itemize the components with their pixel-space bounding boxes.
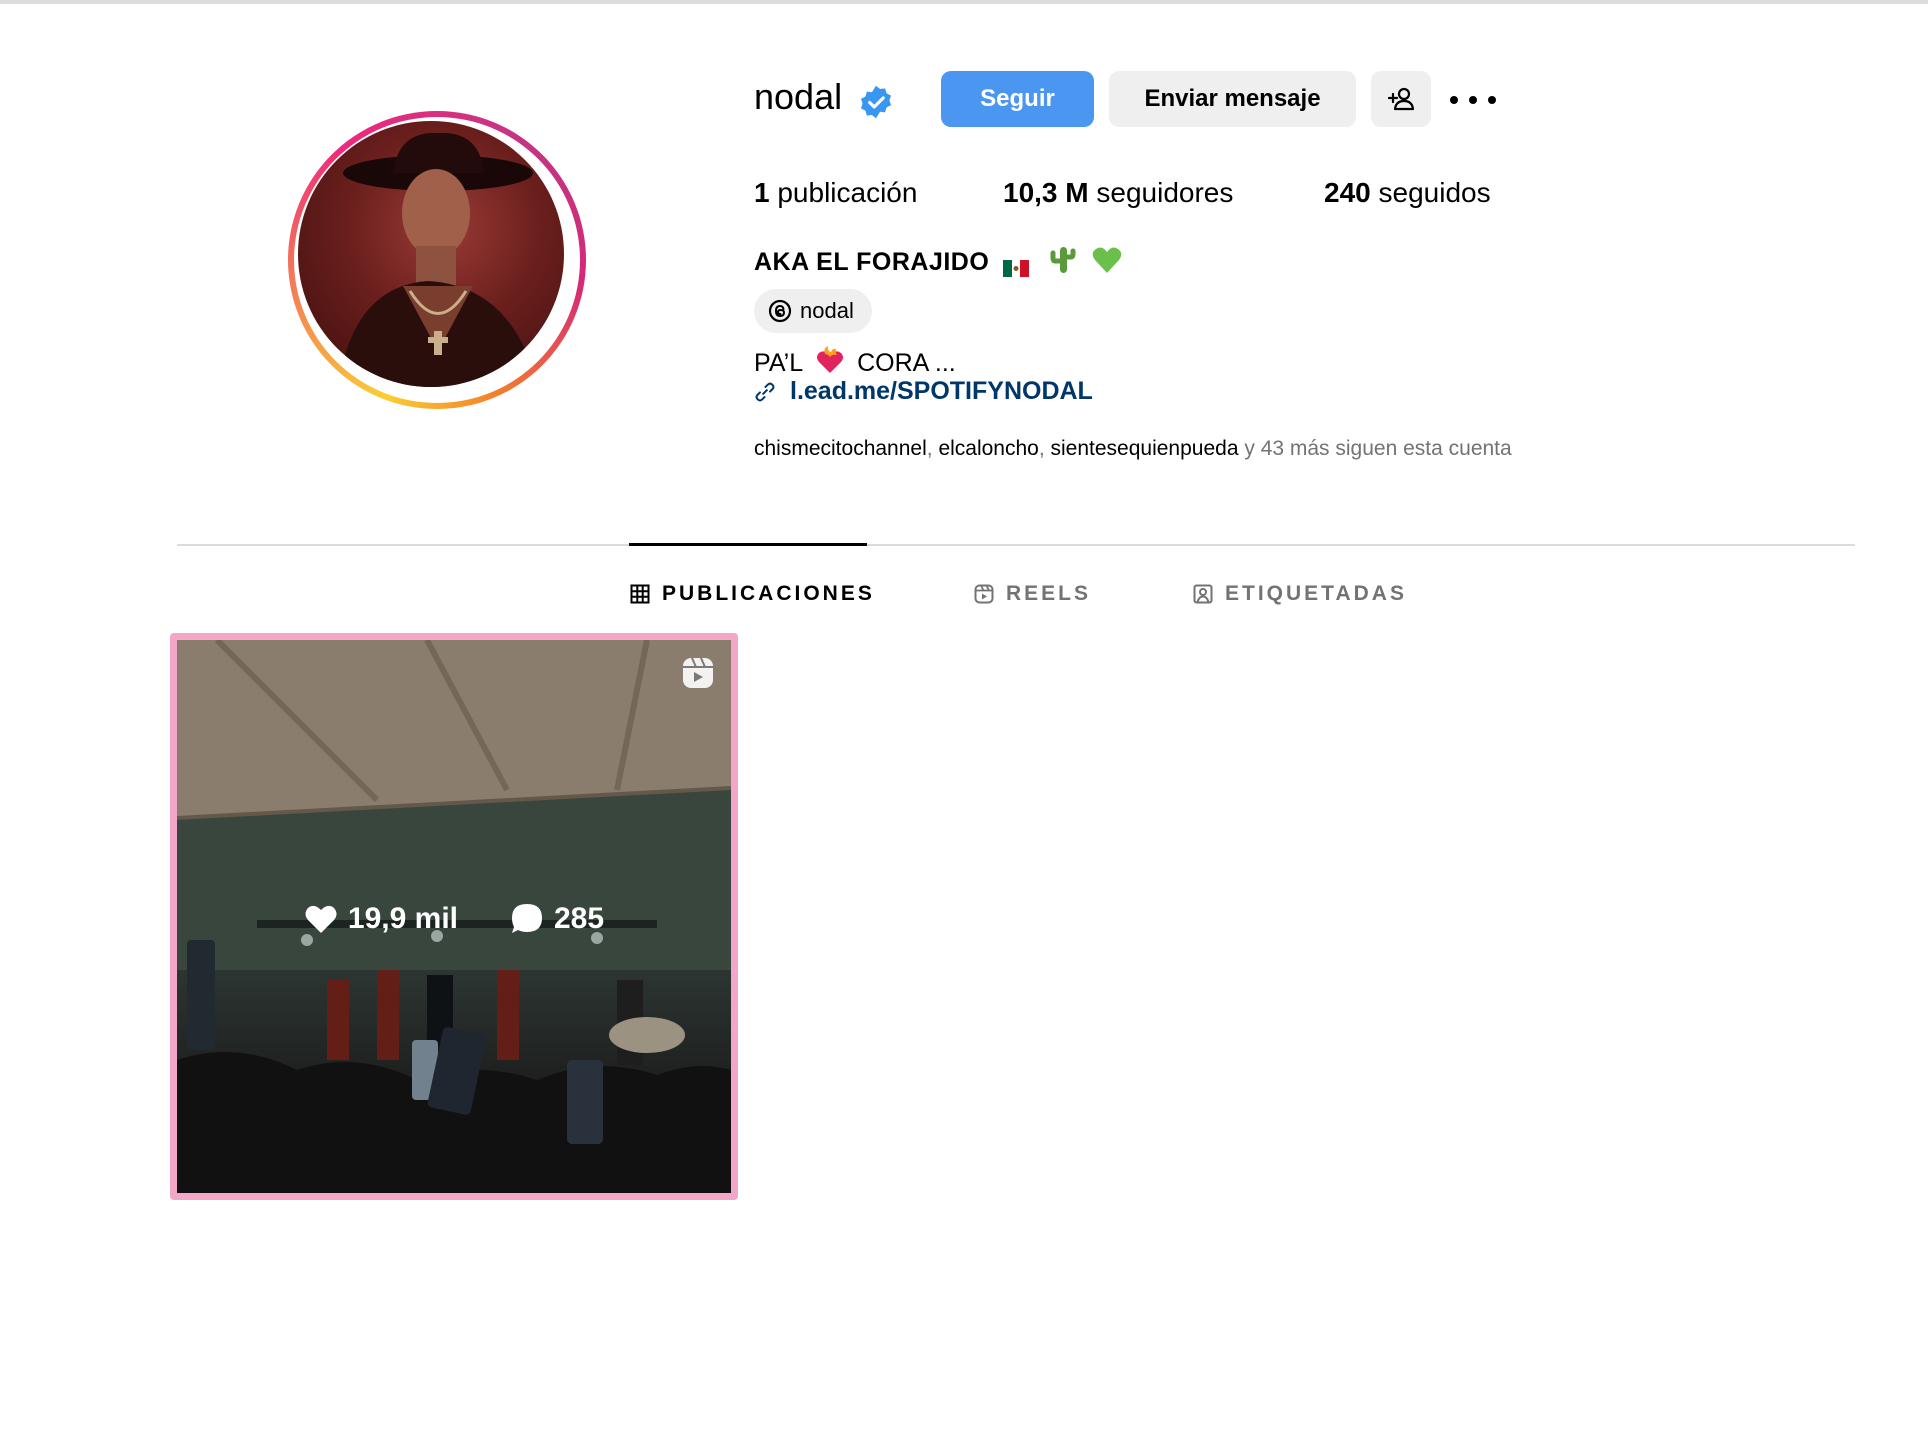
link-icon [755, 382, 775, 401]
reel-badge-icon [683, 657, 713, 688]
post-hover-frame: 19,9 mil 285 [170, 633, 738, 1200]
tab-tagged[interactable]: ETIQUETADAS [1193, 582, 1407, 606]
add-user-icon [1387, 87, 1415, 111]
grid-icon [630, 584, 650, 604]
comment-icon [512, 904, 542, 933]
follow-button[interactable]: Seguir [941, 71, 1094, 127]
green-heart-icon [1092, 246, 1122, 281]
profile-username: nodal [754, 76, 843, 117]
more-options-icon[interactable] [1450, 82, 1496, 118]
verified-badge-icon [860, 85, 892, 119]
tab-posts[interactable]: PUBLICACIONES [630, 582, 875, 606]
cactus-icon [1050, 245, 1076, 282]
profile-link[interactable]: l.ead.me/SPOTIFYNODAL [754, 377, 1093, 406]
post-stats-overlay: 19,9 mil 285 [177, 902, 731, 936]
avatar[interactable] [298, 121, 564, 387]
threads-icon [768, 299, 792, 323]
avatar-portrait-image [338, 132, 538, 387]
posts-count-stat: 1 publicación [754, 177, 918, 208]
active-tab-indicator [629, 543, 867, 546]
post-thumbnail[interactable]: 19,9 mil 285 [177, 640, 731, 1193]
reels-icon [974, 584, 994, 604]
followers-count-stat[interactable]: 10,3 M seguidores [1003, 177, 1233, 209]
comments-count: 285 [510, 902, 604, 936]
tab-reels[interactable]: REELS [974, 582, 1091, 606]
tagged-icon [1193, 584, 1213, 604]
browser-top-edge [0, 0, 1928, 4]
profile-full-name: AKA EL FORAJIDO [754, 245, 1122, 282]
send-message-button[interactable]: Enviar mensaje [1109, 71, 1356, 127]
likes-count: 19,9 mil [304, 902, 458, 936]
suggested-users-button[interactable] [1371, 71, 1431, 127]
heart-icon [305, 905, 337, 933]
following-count-stat[interactable]: 240 seguidos [1324, 177, 1491, 209]
profile-avatar-story-ring[interactable] [288, 111, 586, 409]
followed-by-text[interactable]: chismecitochannel, elcaloncho, sienteseq… [754, 437, 1512, 461]
mexico-flag-icon [1002, 255, 1029, 277]
tabs-divider [177, 544, 1855, 546]
threads-badge[interactable]: nodal [754, 289, 872, 333]
